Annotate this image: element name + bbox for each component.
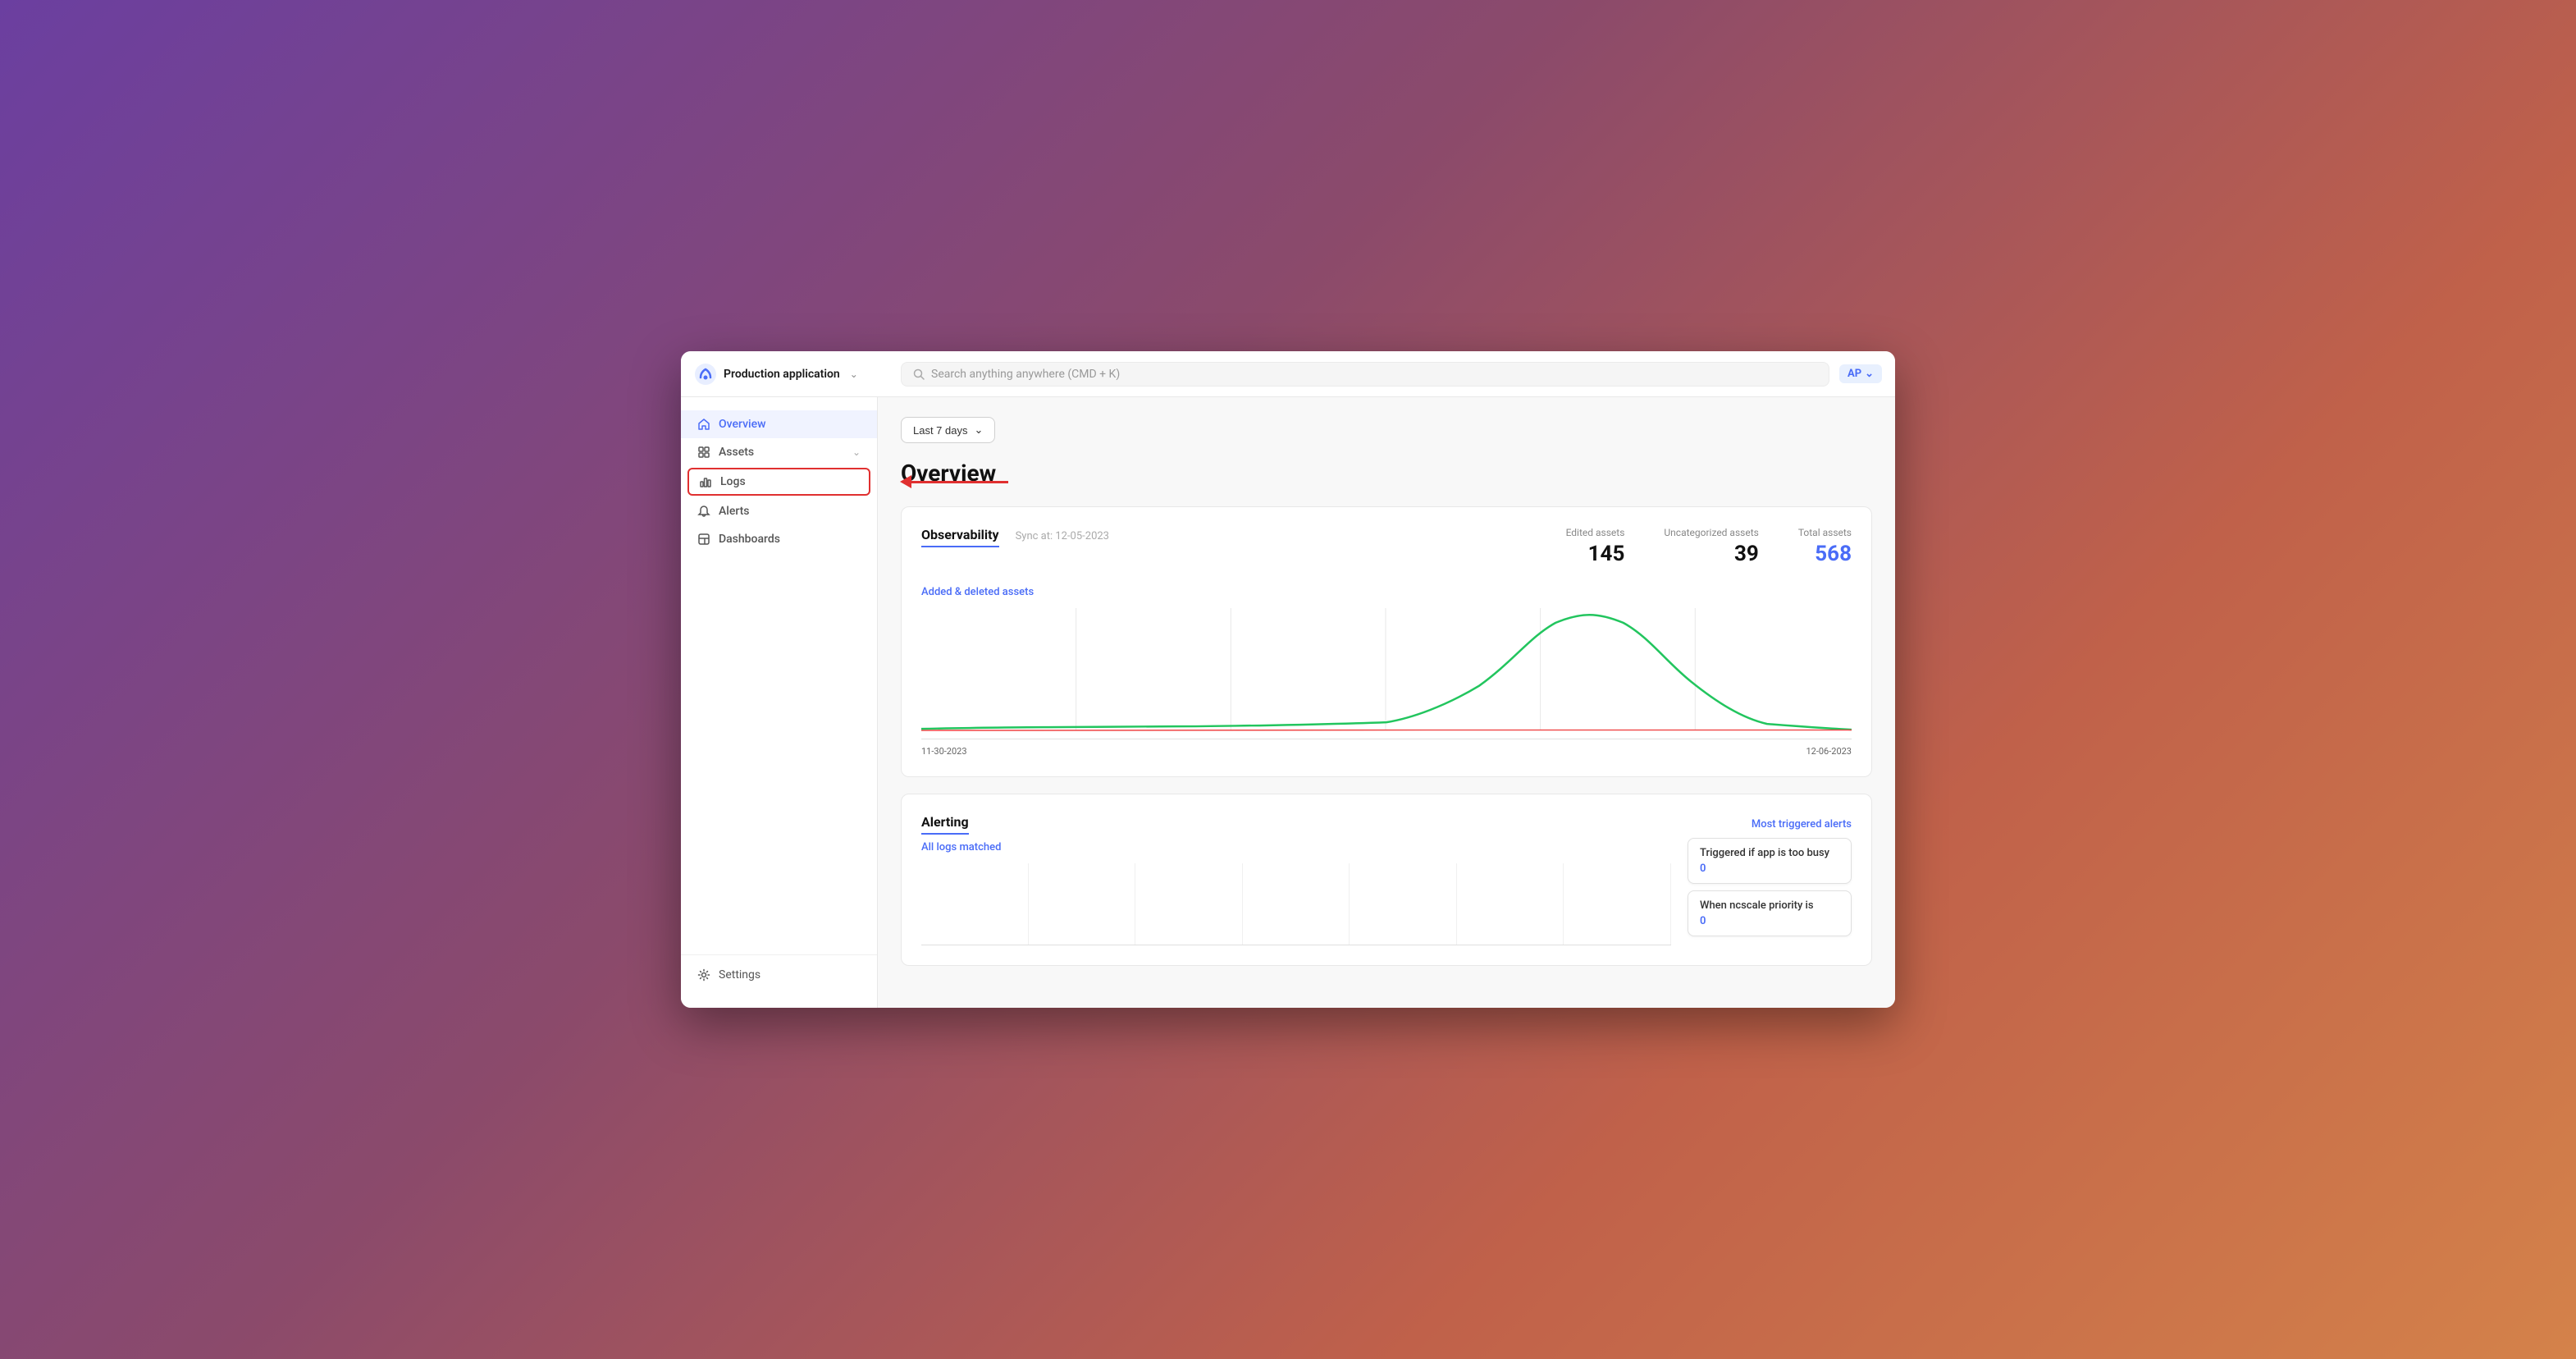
app-logo-area: Production application ⌄ — [694, 363, 891, 386]
page-title: Overview — [901, 460, 1872, 487]
search-placeholder: Search anything anywhere (CMD + K) — [931, 368, 1120, 381]
sidebar-item-settings[interactable]: Settings — [697, 968, 861, 982]
date-filter-label: Last 7 days — [913, 424, 968, 437]
grid-col-7 — [1564, 863, 1671, 945]
alerting-title: Alerting — [921, 814, 969, 835]
layout-icon — [697, 533, 710, 546]
app-window: Production application ⌄ Search anything… — [681, 351, 1895, 1008]
alert-card-0-count: 0 — [1700, 863, 1839, 875]
sidebar-item-alerts[interactable]: Alerts — [681, 497, 877, 525]
grid-icon — [697, 446, 710, 459]
observability-section: Observability Sync at: 12-05-2023 Edited… — [901, 506, 1872, 777]
search-icon — [913, 368, 925, 380]
alerting-section: Alerting Most triggered alerts All logs … — [901, 794, 1872, 966]
grid-col-1 — [921, 863, 1029, 945]
sidebar-item-assets[interactable]: Assets ⌄ — [681, 438, 877, 466]
app-chevron-icon[interactable]: ⌄ — [850, 368, 858, 380]
bell-icon — [697, 505, 710, 518]
search-bar[interactable]: Search anything anywhere (CMD + K) — [901, 362, 1829, 387]
uncategorized-assets-value: 39 — [1664, 542, 1758, 566]
grid-col-4 — [1243, 863, 1350, 945]
grid-col-5 — [1350, 863, 1457, 945]
main-layout: Overview Assets ⌄ — [681, 397, 1895, 1008]
sidebar-item-dashboards[interactable]: Dashboards — [681, 525, 877, 553]
alerting-chart-area: All logs matched — [921, 838, 1671, 945]
date-filter-area: Last 7 days ⌄ — [901, 417, 1872, 443]
sync-text: Sync at: 12-05-2023 — [1016, 528, 1109, 542]
chart-date-end: 12-06-2023 — [1806, 746, 1852, 757]
grid-col-2 — [1029, 863, 1136, 945]
observability-stats: Edited assets 145 Uncategorized assets 3… — [1566, 527, 1852, 566]
total-assets-value: 568 — [1798, 542, 1852, 566]
sidebar: Overview Assets ⌄ — [681, 397, 878, 1008]
date-filter-button[interactable]: Last 7 days ⌄ — [901, 417, 995, 443]
home-icon — [697, 418, 710, 431]
alerting-header: Alerting Most triggered alerts — [921, 814, 1852, 835]
alerting-chart-grid — [921, 863, 1671, 945]
sidebar-settings-label: Settings — [719, 968, 760, 982]
app-logo-icon — [694, 363, 717, 386]
added-deleted-link[interactable]: Added & deleted assets — [921, 586, 1034, 598]
grid-col-6 — [1457, 863, 1564, 945]
sidebar-item-logs[interactable]: Logs — [687, 468, 870, 496]
stat-total-assets: Total assets 568 — [1798, 527, 1852, 566]
observability-title-area: Observability Sync at: 12-05-2023 — [921, 527, 1109, 547]
app-name-label: Production application — [724, 368, 840, 381]
sidebar-nav: Overview Assets ⌄ — [681, 410, 877, 954]
edited-assets-value: 145 — [1566, 542, 1625, 566]
alert-card-1[interactable]: When ncscale priority is 0 — [1688, 890, 1852, 936]
alert-card-0[interactable]: Triggered if app is too busy 0 — [1688, 838, 1852, 884]
user-chevron-icon: ⌄ — [1865, 368, 1874, 380]
topbar: Production application ⌄ Search anything… — [681, 351, 1895, 397]
user-avatar-button[interactable]: AP ⌄ — [1839, 364, 1882, 383]
stat-uncategorized-assets: Uncategorized assets 39 — [1664, 527, 1758, 566]
date-filter-chevron-icon: ⌄ — [975, 423, 984, 437]
observability-chart — [921, 608, 1852, 739]
chart-svg — [921, 608, 1852, 739]
sidebar-item-overview[interactable]: Overview — [681, 410, 877, 438]
sidebar-item-alerts-label: Alerts — [719, 505, 750, 518]
sidebar-item-dashboards-label: Dashboards — [719, 533, 780, 546]
alert-card-1-count: 0 — [1700, 915, 1839, 927]
uncategorized-assets-label: Uncategorized assets — [1664, 527, 1758, 538]
most-triggered-link[interactable]: Most triggered alerts — [1752, 818, 1852, 830]
stat-edited-assets: Edited assets 145 — [1566, 527, 1625, 566]
grid-col-3 — [1135, 863, 1243, 945]
bar-chart-icon — [699, 475, 712, 488]
sidebar-footer: Settings — [681, 954, 877, 995]
user-initials: AP — [1848, 368, 1861, 380]
alert-card-1-title: When ncscale priority is — [1700, 899, 1839, 912]
assets-chevron-icon: ⌄ — [852, 446, 861, 458]
chart-date-start: 11-30-2023 — [921, 746, 967, 757]
main-content: Last 7 days ⌄ Overview Observability Syn… — [878, 397, 1895, 1008]
alert-cards-panel: Triggered if app is too busy 0 When ncsc… — [1688, 838, 1852, 936]
edited-assets-label: Edited assets — [1566, 527, 1625, 538]
sidebar-item-assets-label: Assets — [719, 446, 754, 459]
sidebar-item-logs-label: Logs — [720, 475, 746, 488]
total-assets-label: Total assets — [1798, 527, 1852, 538]
observability-header: Observability Sync at: 12-05-2023 Edited… — [921, 527, 1852, 566]
chart-dates: 11-30-2023 12-06-2023 — [921, 746, 1852, 757]
alert-card-0-title: Triggered if app is too busy — [1700, 847, 1839, 859]
all-logs-matched-link[interactable]: All logs matched — [921, 841, 1001, 853]
settings-icon — [697, 968, 710, 982]
sidebar-item-overview-label: Overview — [719, 418, 765, 431]
observability-title: Observability — [921, 527, 999, 547]
alerting-body: All logs matched Tr — [921, 838, 1852, 945]
